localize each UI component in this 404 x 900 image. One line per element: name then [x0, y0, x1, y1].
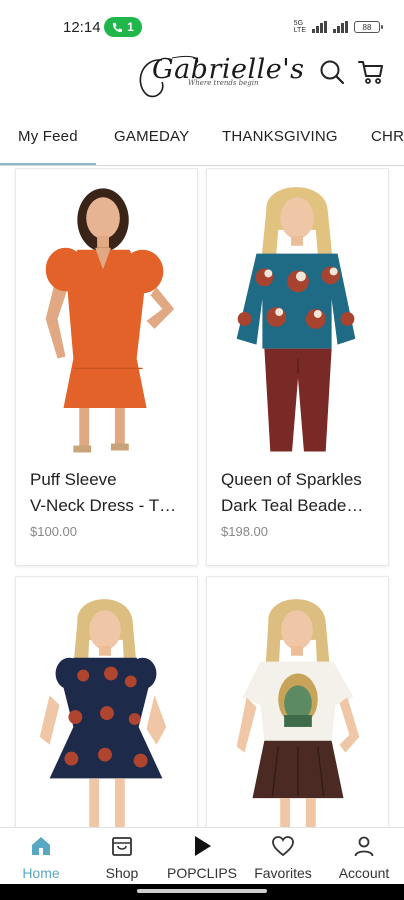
gesture-handle[interactable]	[137, 889, 267, 893]
nav-home-label: Home	[22, 865, 60, 881]
status-time: 12:14	[63, 19, 101, 36]
product-image[interactable]	[16, 577, 197, 828]
search-icon	[320, 60, 345, 85]
nav-shop-label: Shop	[105, 865, 139, 881]
category-tabs: My Feed GAMEDAY THANKSGIVING CHRI	[0, 118, 404, 166]
app-header: Gabrielle's Where trends begin	[0, 52, 404, 106]
nav-home[interactable]: Home	[1, 828, 81, 885]
product-feed[interactable]: Puff Sleeve V-Neck Dress - T… $100.00 Qu…	[0, 168, 404, 828]
cart-icon	[358, 61, 383, 84]
brand-logo[interactable]: Gabrielle's Where trends begin	[132, 52, 304, 102]
signal-icon	[312, 21, 327, 33]
tab-christmas[interactable]: CHRI	[371, 128, 404, 145]
product-price: $100.00	[30, 524, 77, 539]
ongoing-call-pill[interactable]: 1	[104, 17, 142, 37]
phone-icon	[113, 22, 123, 32]
heart-icon	[272, 836, 294, 857]
product-card[interactable]: Puff Sleeve V-Neck Dress - T… $100.00	[15, 168, 198, 566]
product-card[interactable]	[206, 576, 389, 828]
nav-account[interactable]: Account	[324, 828, 404, 885]
system-gesture-bar	[0, 884, 404, 900]
product-image[interactable]	[16, 169, 197, 459]
product-card[interactable]	[15, 576, 198, 828]
status-bar: 12:14 1 5G LTE 88	[0, 0, 404, 52]
battery-icon: 88	[354, 21, 383, 33]
nav-favorites[interactable]: Favorites	[243, 828, 323, 885]
product-image[interactable]	[207, 577, 388, 828]
brand-tagline: Where trends begin	[188, 79, 259, 87]
tab-gameday[interactable]: GAMEDAY	[114, 128, 189, 145]
nav-account-label: Account	[338, 865, 390, 881]
status-indicators: 5G LTE 88	[293, 20, 383, 34]
call-count: 1	[127, 20, 134, 34]
search-button[interactable]	[318, 58, 346, 86]
signal-icon-2	[333, 21, 348, 33]
tab-thanksgiving[interactable]: THANKSGIVING	[222, 128, 338, 145]
nav-favorites-label: Favorites	[254, 865, 312, 881]
product-image[interactable]	[207, 169, 388, 459]
shop-icon	[112, 837, 132, 856]
product-title[interactable]: Queen of Sparkles Dark Teal Beade…	[221, 467, 381, 519]
cart-button[interactable]	[357, 58, 385, 86]
product-price: $198.00	[221, 524, 268, 539]
person-icon	[354, 836, 374, 857]
bottom-navigation: Home Shop POPCLIPS Favorites Account	[0, 827, 404, 884]
product-card[interactable]: Queen of Sparkles Dark Teal Beade… $198.…	[206, 168, 389, 566]
network-type: 5G LTE	[293, 20, 306, 34]
nav-shop[interactable]: Shop	[82, 828, 162, 885]
play-icon	[195, 836, 211, 856]
product-title[interactable]: Puff Sleeve V-Neck Dress - T…	[30, 467, 190, 519]
nav-popclips[interactable]: POPCLIPS	[162, 828, 242, 885]
home-icon	[32, 837, 50, 855]
tab-my-feed[interactable]: My Feed	[18, 128, 78, 145]
nav-popclips-label: POPCLIPS	[166, 865, 238, 881]
active-tab-indicator	[0, 163, 96, 165]
